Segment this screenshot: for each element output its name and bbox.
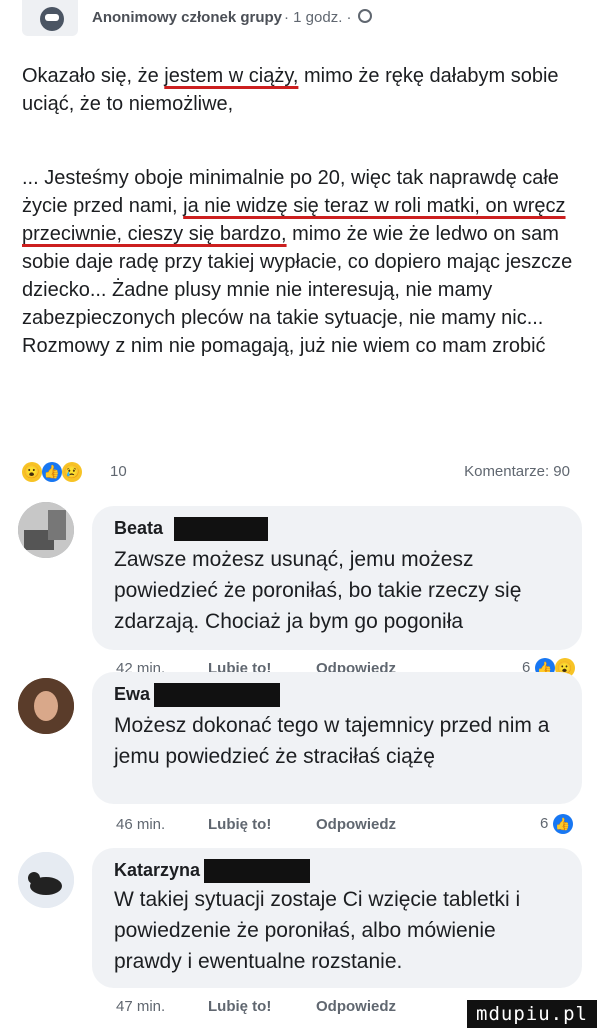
like-button[interactable]: Lubię to! bbox=[208, 998, 271, 1015]
anonymous-avatar[interactable] bbox=[22, 0, 78, 36]
privacy-globe-icon bbox=[358, 9, 372, 23]
comment-reactions[interactable]: 6 👍 bbox=[540, 814, 573, 834]
commenter-name[interactable]: Ewa bbox=[114, 684, 150, 705]
comment-time[interactable]: 46 min. bbox=[116, 816, 165, 833]
like-icon: 👍 bbox=[42, 462, 62, 482]
avatar[interactable] bbox=[18, 852, 74, 908]
like-button[interactable]: Lubię to! bbox=[208, 816, 271, 833]
comment-text: Zawsze możesz usunąć, jemu możesz powied… bbox=[114, 548, 522, 633]
redacted-surname bbox=[204, 859, 310, 883]
post-paragraph-1: Okazało się, że jestem w ciąży, mimo że … bbox=[22, 62, 582, 118]
like-icon: 👍 bbox=[552, 814, 573, 834]
anonymous-icon bbox=[40, 7, 64, 31]
post-paragraph-2: ... Jesteśmy oboje minimalnie po 20, wię… bbox=[22, 164, 582, 360]
post-text-underlined: jestem w ciąży, bbox=[164, 65, 299, 87]
comment-reaction-count: 6 bbox=[540, 814, 549, 832]
reactions-bar[interactable]: 😮 👍 😢 10 Komentarze: 90 bbox=[22, 462, 582, 484]
comment-bubble: Katarzyna W takiej sytuacji zostaje Ci w… bbox=[92, 848, 582, 988]
comment-bubble: Ewa Możesz dokonać tego w tajemnicy prze… bbox=[92, 672, 582, 804]
comment-bubble: Beata Zawsze możesz usunąć, jemu możesz … bbox=[92, 506, 582, 650]
post-header: Anonimowy członek grupy · 1 godz. · bbox=[0, 0, 600, 42]
reactions-count[interactable]: 10 bbox=[110, 463, 127, 480]
redacted-surname bbox=[154, 683, 280, 707]
commenter-name[interactable]: Beata bbox=[114, 518, 163, 539]
reply-button[interactable]: Odpowiedz bbox=[316, 998, 396, 1015]
watermark: mdupiu.pl bbox=[467, 1000, 597, 1028]
comment-text: W takiej sytuacji zostaje Ci wzięcie tab… bbox=[114, 888, 521, 973]
comment-time[interactable]: 47 min. bbox=[116, 998, 165, 1015]
post-author[interactable]: Anonimowy członek grupy bbox=[92, 9, 282, 26]
sad-icon: 😢 bbox=[62, 462, 82, 482]
avatar-photo bbox=[18, 502, 74, 558]
avatar[interactable] bbox=[18, 502, 74, 558]
avatar-photo bbox=[18, 852, 74, 908]
redacted-surname bbox=[174, 517, 268, 541]
reply-button[interactable]: Odpowiedz bbox=[316, 816, 396, 833]
wow-icon: 😮 bbox=[22, 462, 42, 482]
post-text: Okazało się, że bbox=[22, 65, 165, 87]
comments-count[interactable]: Komentarze: 90 bbox=[464, 463, 570, 480]
avatar-photo bbox=[18, 678, 74, 734]
commenter-name[interactable]: Katarzyna bbox=[114, 860, 200, 881]
avatar[interactable] bbox=[18, 678, 74, 734]
post-time[interactable]: · 1 godz. · bbox=[284, 9, 352, 26]
comment-text: Możesz dokonać tego w tajemnicy przed ni… bbox=[114, 714, 550, 768]
